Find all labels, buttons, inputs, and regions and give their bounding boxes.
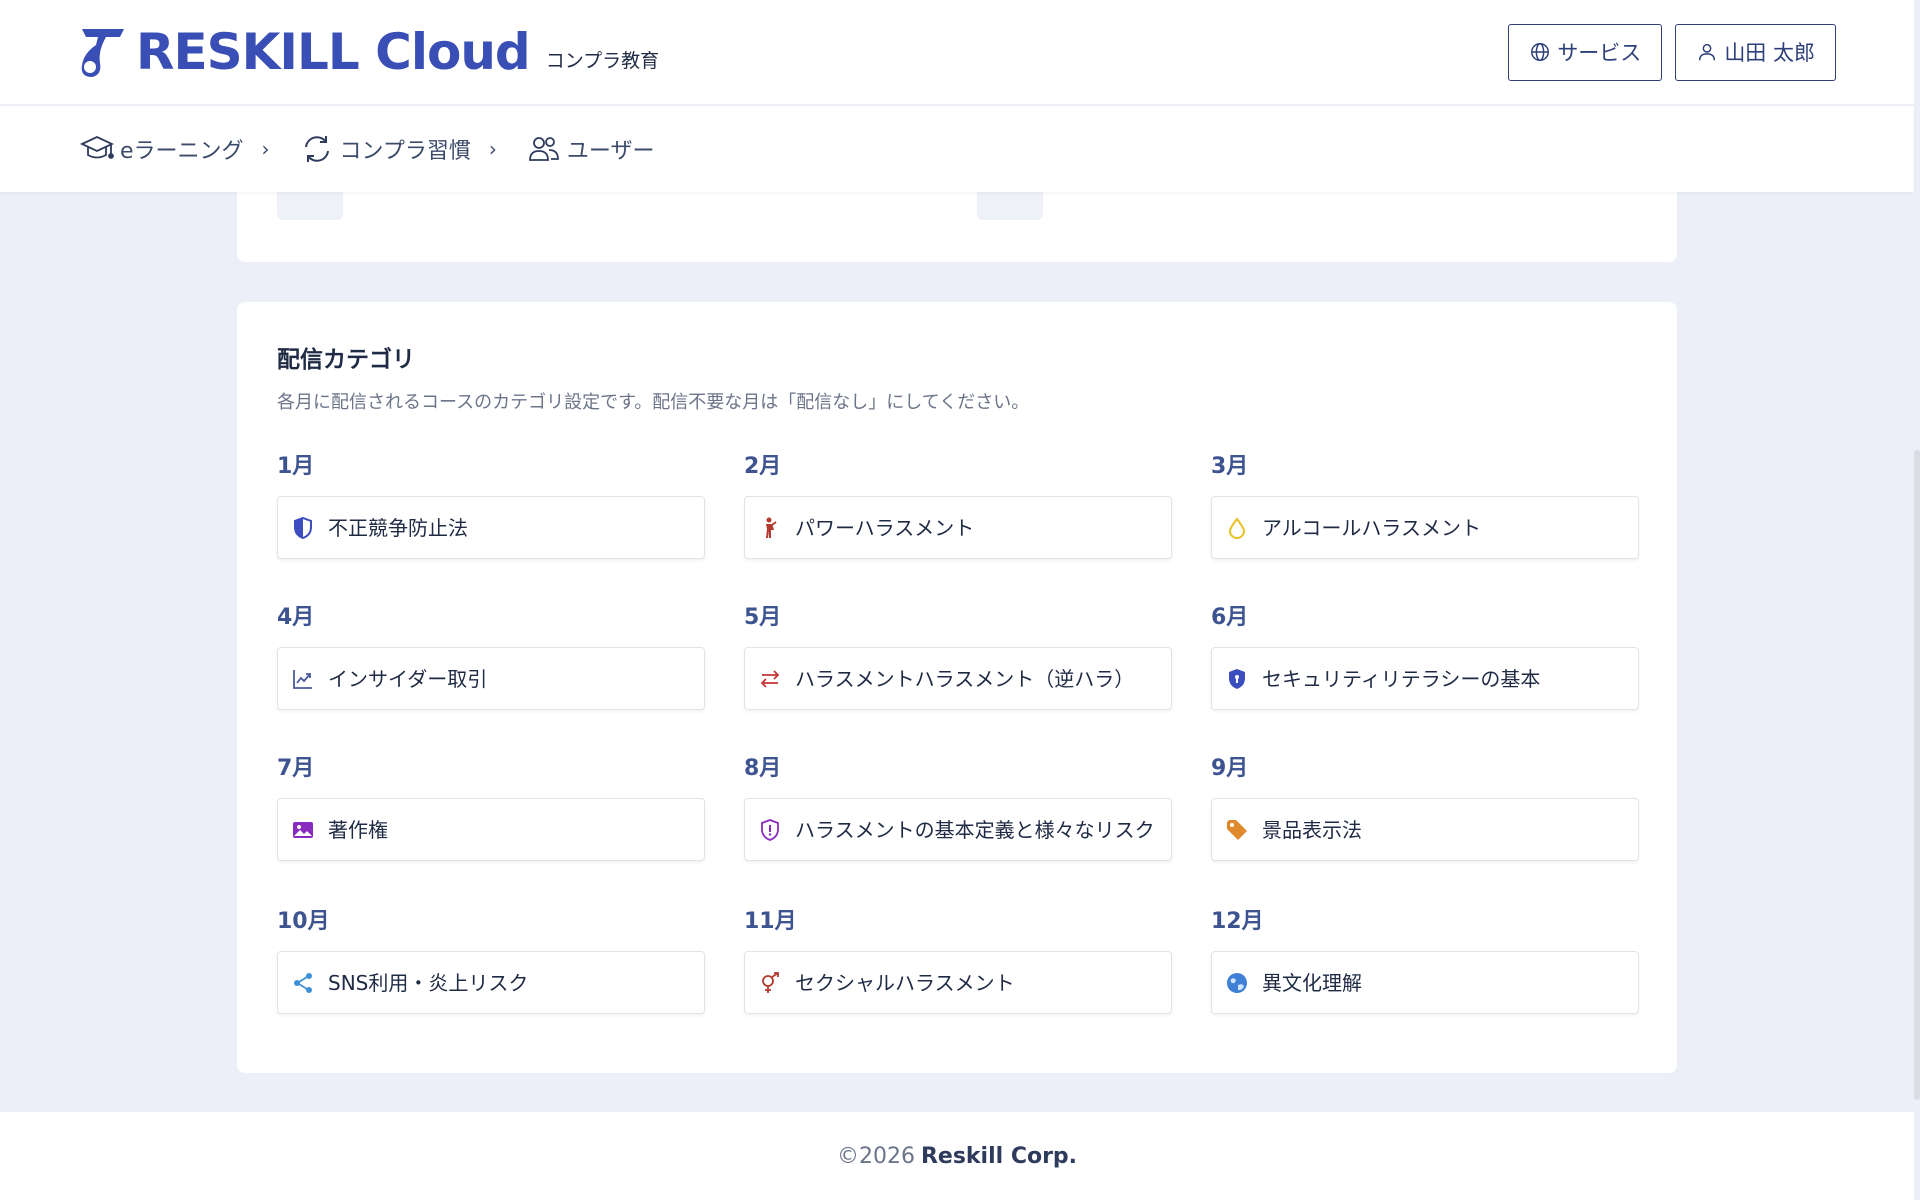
services-button[interactable]: サービス	[1508, 23, 1663, 81]
month-label: 3月	[1211, 454, 1249, 479]
month-cell: 6月 セキュリティリテラシーの基本	[1211, 605, 1639, 710]
tag-icon	[1224, 817, 1250, 843]
section-title: 配信カテゴリ	[277, 347, 415, 373]
services-button-label: サービス	[1557, 41, 1642, 65]
gender-icon	[757, 970, 783, 996]
refresh-icon	[304, 136, 329, 162]
month-label: 2月	[744, 454, 782, 479]
month-cell: 7月 著作権	[277, 756, 705, 861]
footer: ©2026 Reskill Corp.	[0, 1112, 1914, 1200]
month-cell: 9月 景品表示法	[1211, 756, 1639, 861]
month-cell: 5月 ハラスメントハラスメント（逆ハラ）	[744, 605, 1172, 710]
category-select[interactable]: インサイダー取引	[277, 647, 705, 710]
security-shield-icon	[1224, 666, 1250, 692]
month-cell: 1月 不正競争防止法	[277, 454, 705, 559]
month-cell: 10月 SNS利用・炎上リスク	[277, 909, 705, 1014]
month-label: 4月	[277, 605, 315, 630]
globe-icon	[1224, 970, 1250, 996]
chevron-right-icon: ›	[261, 137, 270, 161]
category-label: インサイダー取引	[328, 666, 488, 691]
trend-chart-icon	[290, 666, 316, 692]
category-label: SNS利用・炎上リスク	[328, 970, 529, 995]
category-label: アルコールハラスメント	[1262, 515, 1481, 540]
month-cell: 12月 異文化理解	[1211, 909, 1639, 1014]
breadcrumb-nav: eラーニング › コンプラ習慣 › ユーザー	[0, 106, 1914, 192]
category-select[interactable]: セクシャルハラスメント	[744, 951, 1172, 1014]
person-icon	[757, 515, 783, 541]
category-select[interactable]: ハラスメントの基本定義と様々なリスク	[744, 798, 1172, 861]
category-select[interactable]: 景品表示法	[1211, 798, 1639, 861]
brand: RESKILL Cloud コンプラ教育	[76, 25, 659, 79]
users-icon	[528, 137, 559, 161]
category-label: 異文化理解	[1262, 970, 1362, 995]
month-cell: 8月 ハラスメントの基本定義と様々なリスク	[744, 756, 1172, 861]
user-icon	[1699, 43, 1716, 61]
category-label: 不正競争防止法	[328, 515, 468, 540]
logo-text: RESKILL Cloud	[136, 23, 531, 81]
category-select[interactable]: 著作権	[277, 798, 705, 861]
logo[interactable]: RESKILL Cloud	[76, 23, 531, 81]
month-label: 12月	[1211, 909, 1264, 934]
month-grid: 1月 不正競争防止法 2月 パワーハラスメント 3月 アルコールハラスメント 4…	[277, 454, 1639, 1014]
drop-icon	[1224, 515, 1250, 541]
company-name: Reskill Corp.	[920, 1143, 1078, 1169]
copyright-year: ©2026	[836, 1143, 915, 1169]
category-label: 景品表示法	[1262, 817, 1362, 842]
header-actions: サービス 山田 太郎	[1508, 23, 1836, 81]
month-cell: 3月 アルコールハラスメント	[1211, 454, 1639, 559]
month-label: 7月	[277, 756, 315, 781]
user-menu-button[interactable]: 山田 太郎	[1675, 23, 1836, 81]
month-cell: 4月 インサイダー取引	[277, 605, 705, 710]
globe-icon	[1531, 43, 1550, 61]
category-select[interactable]: セキュリティリテラシーの基本	[1211, 647, 1639, 710]
nav-item-label: eラーニング	[120, 139, 244, 164]
category-select[interactable]: パワーハラスメント	[744, 496, 1172, 559]
month-cell: 2月 パワーハラスメント	[744, 454, 1172, 559]
image-icon	[290, 817, 316, 843]
scrollbar[interactable]	[1914, 450, 1920, 1100]
month-label: 8月	[744, 756, 782, 781]
alert-shield-icon	[757, 817, 783, 843]
nav-item-compliance-habit[interactable]: コンプラ習慣 ›	[300, 132, 497, 166]
category-label: 著作権	[328, 817, 388, 842]
product-name: コンプラ教育	[545, 50, 660, 72]
nav-item-elearning[interactable]: eラーニング ›	[80, 132, 270, 166]
month-label: 1月	[277, 454, 315, 479]
category-select[interactable]: アルコールハラスメント	[1211, 496, 1639, 559]
category-label: セキュリティリテラシーの基本	[1262, 666, 1541, 691]
category-label: ハラスメントの基本定義と様々なリスク	[795, 817, 1155, 842]
top-header: RESKILL Cloud コンプラ教育 サービス 山田 太郎	[0, 0, 1914, 105]
chevron-right-icon: ›	[488, 137, 497, 161]
month-label: 10月	[277, 909, 330, 934]
swap-arrows-icon	[757, 666, 783, 692]
reskill-logo-icon	[81, 29, 124, 77]
shield-icon	[290, 515, 316, 541]
user-name: 山田 太郎	[1724, 41, 1815, 65]
share-icon	[290, 970, 316, 996]
nav-item-users[interactable]: ユーザー	[527, 132, 655, 166]
category-label: セクシャルハラスメント	[795, 970, 1015, 995]
month-label: 9月	[1211, 756, 1249, 781]
delivery-category-card: 配信カテゴリ 各月に配信されるコースのカテゴリ設定です。配信不要な月は「配信なし…	[237, 302, 1677, 1073]
category-select[interactable]: 異文化理解	[1211, 951, 1639, 1014]
nav-item-label: ユーザー	[566, 139, 655, 164]
category-select[interactable]: 不正競争防止法	[277, 496, 705, 559]
category-select[interactable]: SNS利用・炎上リスク	[277, 951, 705, 1014]
section-description: 各月に配信されるコースのカテゴリ設定です。配信不要な月は「配信なし」にしてくださ…	[277, 392, 1030, 413]
nav-item-label: コンプラ習慣	[339, 139, 471, 164]
month-label: 5月	[744, 605, 782, 630]
category-select[interactable]: ハラスメントハラスメント（逆ハラ）	[744, 647, 1172, 710]
graduation-cap-icon	[80, 136, 114, 159]
month-label: 11月	[744, 909, 797, 934]
month-cell: 11月 セクシャルハラスメント	[744, 909, 1172, 1014]
month-label: 6月	[1211, 605, 1249, 630]
category-label: ハラスメントハラスメント（逆ハラ）	[795, 666, 1135, 691]
category-label: パワーハラスメント	[795, 515, 975, 540]
